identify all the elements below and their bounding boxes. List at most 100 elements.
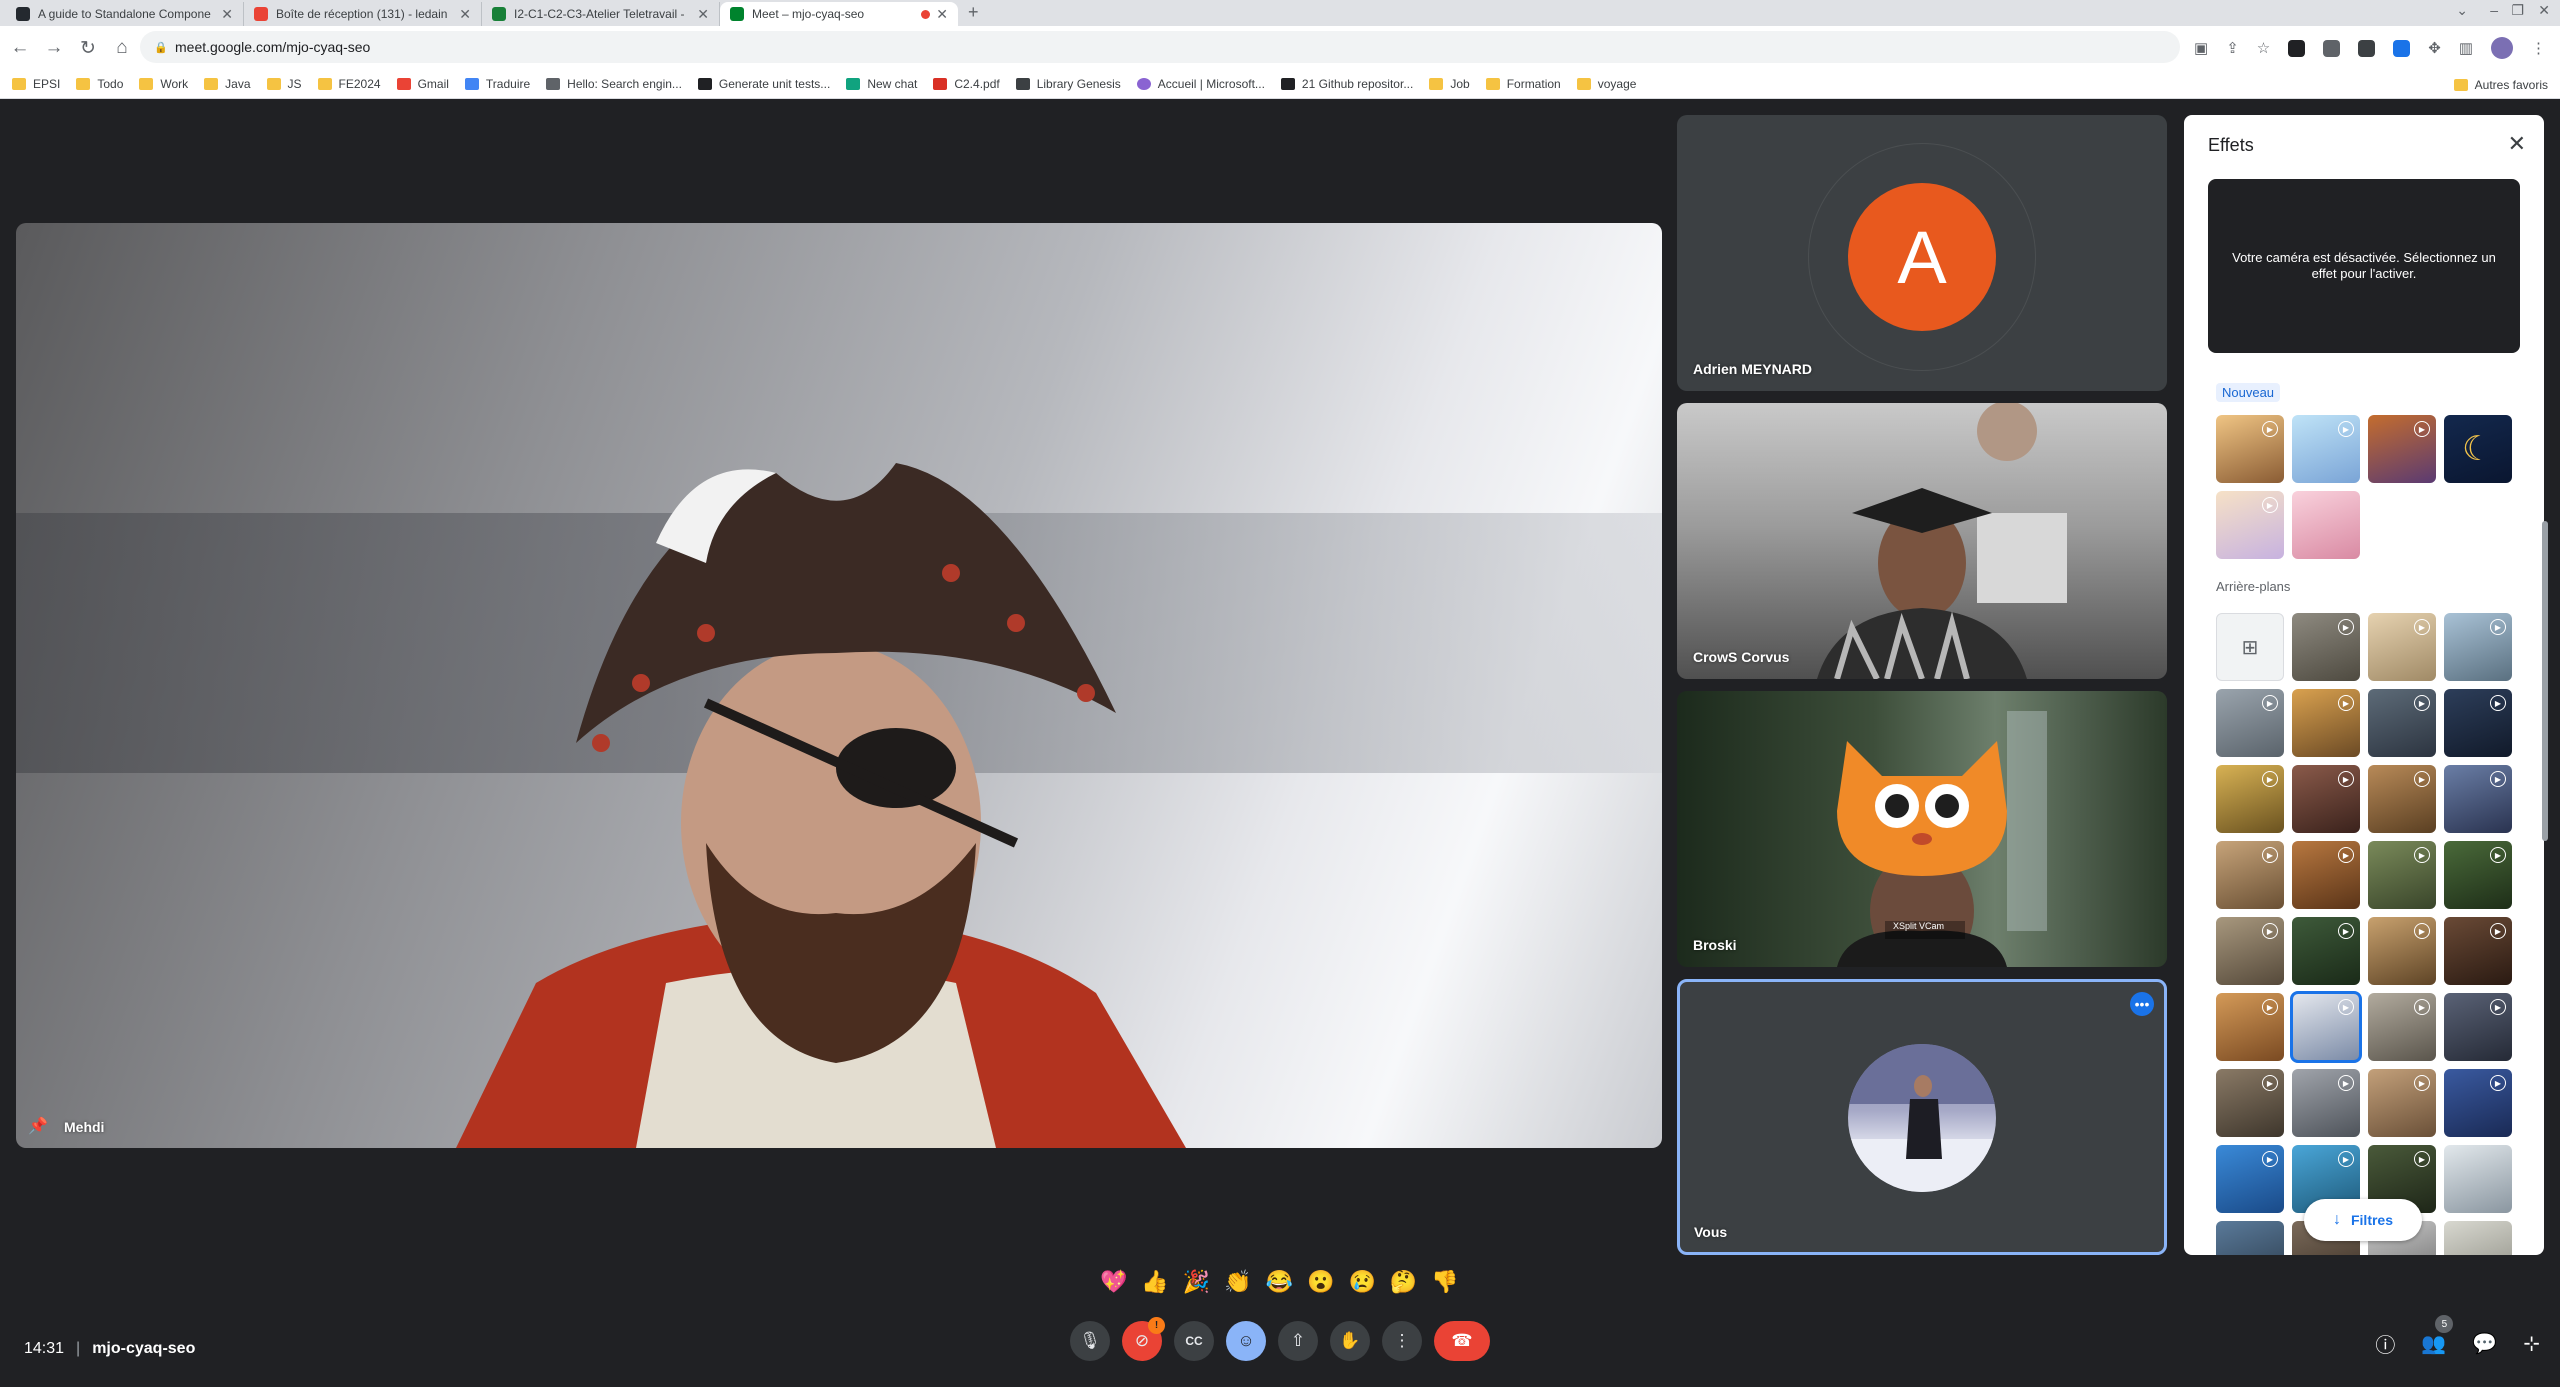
raise-hand-button[interactable]: ✋ (1330, 1321, 1370, 1361)
bookmark-item[interactable]: JS (266, 77, 302, 91)
bookmark-item[interactable]: Generate unit tests... (697, 77, 830, 91)
background-thumbnail[interactable]: ▶ (2368, 917, 2436, 985)
sidepanel-icon[interactable]: ▥ (2459, 39, 2473, 57)
background-thumbnail[interactable]: ▶ (2444, 917, 2512, 985)
other-bookmarks[interactable]: Autres favoris (2453, 78, 2548, 92)
extension-icon[interactable] (2393, 39, 2411, 57)
background-thumbnail[interactable] (2444, 1145, 2512, 1213)
star-icon[interactable]: ☆ (2257, 39, 2270, 57)
background-thumbnail[interactable]: ▶ (2368, 613, 2436, 681)
background-thumbnail[interactable]: ▶ (2368, 1069, 2436, 1137)
microphone-button[interactable]: 🎙 (1070, 1321, 1110, 1361)
main-video-tile[interactable]: 📌 Mehdi (16, 223, 1662, 1148)
activities-icon[interactable]: ⊹ (2523, 1331, 2540, 1356)
bookmark-item[interactable]: voyage (1576, 77, 1636, 91)
tab-sheets[interactable]: I2-C1-C2-C3-Atelier Teletravail - ✕ (482, 2, 720, 26)
background-thumbnail[interactable]: ▶ (2216, 1145, 2284, 1213)
effect-thumbnail[interactable]: ▶ (2216, 491, 2284, 559)
effect-thumbnail[interactable]: ☾ (2444, 415, 2512, 483)
reaction-sad[interactable]: 😢 (1348, 1269, 1375, 1295)
bookmark-item[interactable]: C2.4.pdf (933, 77, 1000, 91)
minimize-icon[interactable]: – (2490, 2, 2498, 18)
present-button[interactable]: ⇧ (1278, 1321, 1318, 1361)
kebab-menu-icon[interactable]: ⋮ (2531, 39, 2546, 57)
filters-button[interactable]: ↓ Filtres (2304, 1199, 2422, 1241)
tab-standalone-guide[interactable]: A guide to Standalone Compone ✕ (6, 2, 244, 26)
camera-button[interactable]: ⊘ ! (1122, 1317, 1165, 1361)
background-thumbnail[interactable]: ▶ (2292, 689, 2360, 757)
extension-icon[interactable] (2288, 39, 2306, 57)
upload-background-button[interactable]: ⊞ (2216, 613, 2284, 681)
new-tab-button[interactable]: + (968, 2, 979, 23)
effect-thumbnail[interactable]: ▶ (2216, 415, 2284, 483)
bookmark-item[interactable]: Hello: Search engin... (546, 77, 682, 91)
restore-icon[interactable]: ❐ (2511, 2, 2524, 19)
share-icon[interactable]: ⇪ (2226, 39, 2239, 57)
reaction-thumbs-down[interactable]: 👎 (1431, 1269, 1458, 1295)
extension-icon[interactable] (2323, 39, 2341, 57)
background-thumbnail[interactable]: ▶ (2292, 613, 2360, 681)
close-window-icon[interactable]: ✕ (2538, 2, 2550, 19)
effect-thumbnail[interactable]: ▶ (2368, 415, 2436, 483)
info-icon[interactable]: ⓘ (2375, 1329, 2395, 1358)
background-thumbnail[interactable]: ▶ (2444, 765, 2512, 833)
background-thumbnail[interactable]: ▶ (2368, 689, 2436, 757)
bookmark-item[interactable]: Todo (76, 77, 123, 91)
bookmark-item[interactable]: Java (204, 77, 251, 91)
camera-indicator-icon[interactable]: ▣ (2194, 39, 2208, 57)
background-thumbnail[interactable]: ▶ (2216, 993, 2284, 1061)
background-thumbnail[interactable]: ▶ (2368, 841, 2436, 909)
reload-icon[interactable]: ↻ (74, 37, 102, 60)
people-button[interactable]: 👥 5 (2421, 1315, 2454, 1356)
pin-icon[interactable]: 📌 (28, 1116, 48, 1136)
background-thumbnail[interactable]: ▶ (2216, 917, 2284, 985)
background-thumbnail[interactable]: ▶ (2292, 1069, 2360, 1137)
tab-gmail[interactable]: Boîte de réception (131) - ledain ✕ (244, 2, 482, 26)
background-thumbnail[interactable]: ▶ (2292, 765, 2360, 833)
captions-button[interactable]: CC (1174, 1321, 1214, 1361)
bookmark-item[interactable]: EPSI (12, 77, 60, 91)
reaction-party[interactable]: 🎉 (1183, 1269, 1210, 1295)
more-options-icon[interactable]: ••• (2130, 992, 2154, 1016)
effects-scrollbar[interactable] (2542, 521, 2548, 841)
reaction-thinking[interactable]: 🤔 (1390, 1269, 1417, 1295)
bookmark-item[interactable]: Traduire (464, 77, 530, 91)
more-options-button[interactable]: ⋮ (1382, 1321, 1422, 1361)
back-icon[interactable]: ← (6, 37, 34, 59)
home-icon[interactable]: ⌂ (108, 37, 136, 59)
reaction-laugh[interactable]: 😂 (1266, 1269, 1293, 1295)
background-thumbnail[interactable]: ▶ (2444, 993, 2512, 1061)
background-thumbnail[interactable]: ▶ (2216, 1069, 2284, 1137)
participant-tile[interactable]: CrowS Corvus (1677, 403, 2167, 679)
forward-icon[interactable]: → (40, 37, 68, 59)
background-thumbnail[interactable]: ▶ (2216, 841, 2284, 909)
background-thumbnail[interactable]: ▶ (2444, 689, 2512, 757)
close-tab-icon[interactable]: ✕ (221, 6, 233, 23)
background-thumbnail[interactable]: ▶ (2292, 917, 2360, 985)
background-thumbnail[interactable] (2216, 1221, 2284, 1255)
reaction-surprised[interactable]: 😮 (1307, 1269, 1334, 1295)
participant-tile[interactable]: XSplit VCam Broski (1677, 691, 2167, 967)
background-thumbnail[interactable]: ▶ (2444, 1069, 2512, 1137)
background-thumbnail-selected[interactable]: ▶ (2290, 991, 2362, 1063)
reaction-clap[interactable]: 👏 (1224, 1269, 1251, 1295)
extension-icon[interactable] (2358, 39, 2376, 57)
close-tab-icon[interactable]: ✕ (936, 6, 948, 23)
background-thumbnail[interactable]: ▶ (2368, 993, 2436, 1061)
close-icon[interactable]: ✕ (2508, 131, 2526, 157)
chat-icon[interactable]: 💬 (2472, 1331, 2497, 1356)
url-field[interactable]: 🔒 meet.google.com/mjo-cyaq-seo (140, 31, 2180, 63)
close-tab-icon[interactable]: ✕ (697, 6, 709, 23)
background-thumbnail[interactable]: ▶ (2216, 765, 2284, 833)
background-thumbnail[interactable]: ▶ (2444, 613, 2512, 681)
background-thumbnail[interactable]: ▶ (2292, 841, 2360, 909)
bookmark-item[interactable]: Accueil | Microsoft... (1136, 77, 1265, 91)
bookmark-item[interactable]: Formation (1485, 77, 1561, 91)
participant-tile[interactable]: A Adrien MEYNARD (1677, 115, 2167, 391)
bookmark-item[interactable]: Job (1429, 77, 1470, 91)
puzzle-icon[interactable]: ✥ (2428, 39, 2441, 57)
bookmark-item[interactable]: FE2024 (317, 77, 381, 91)
background-thumbnail[interactable] (2444, 1221, 2512, 1255)
self-tile[interactable]: ••• Vous (1677, 979, 2167, 1255)
background-thumbnail[interactable]: ▶ (2216, 689, 2284, 757)
